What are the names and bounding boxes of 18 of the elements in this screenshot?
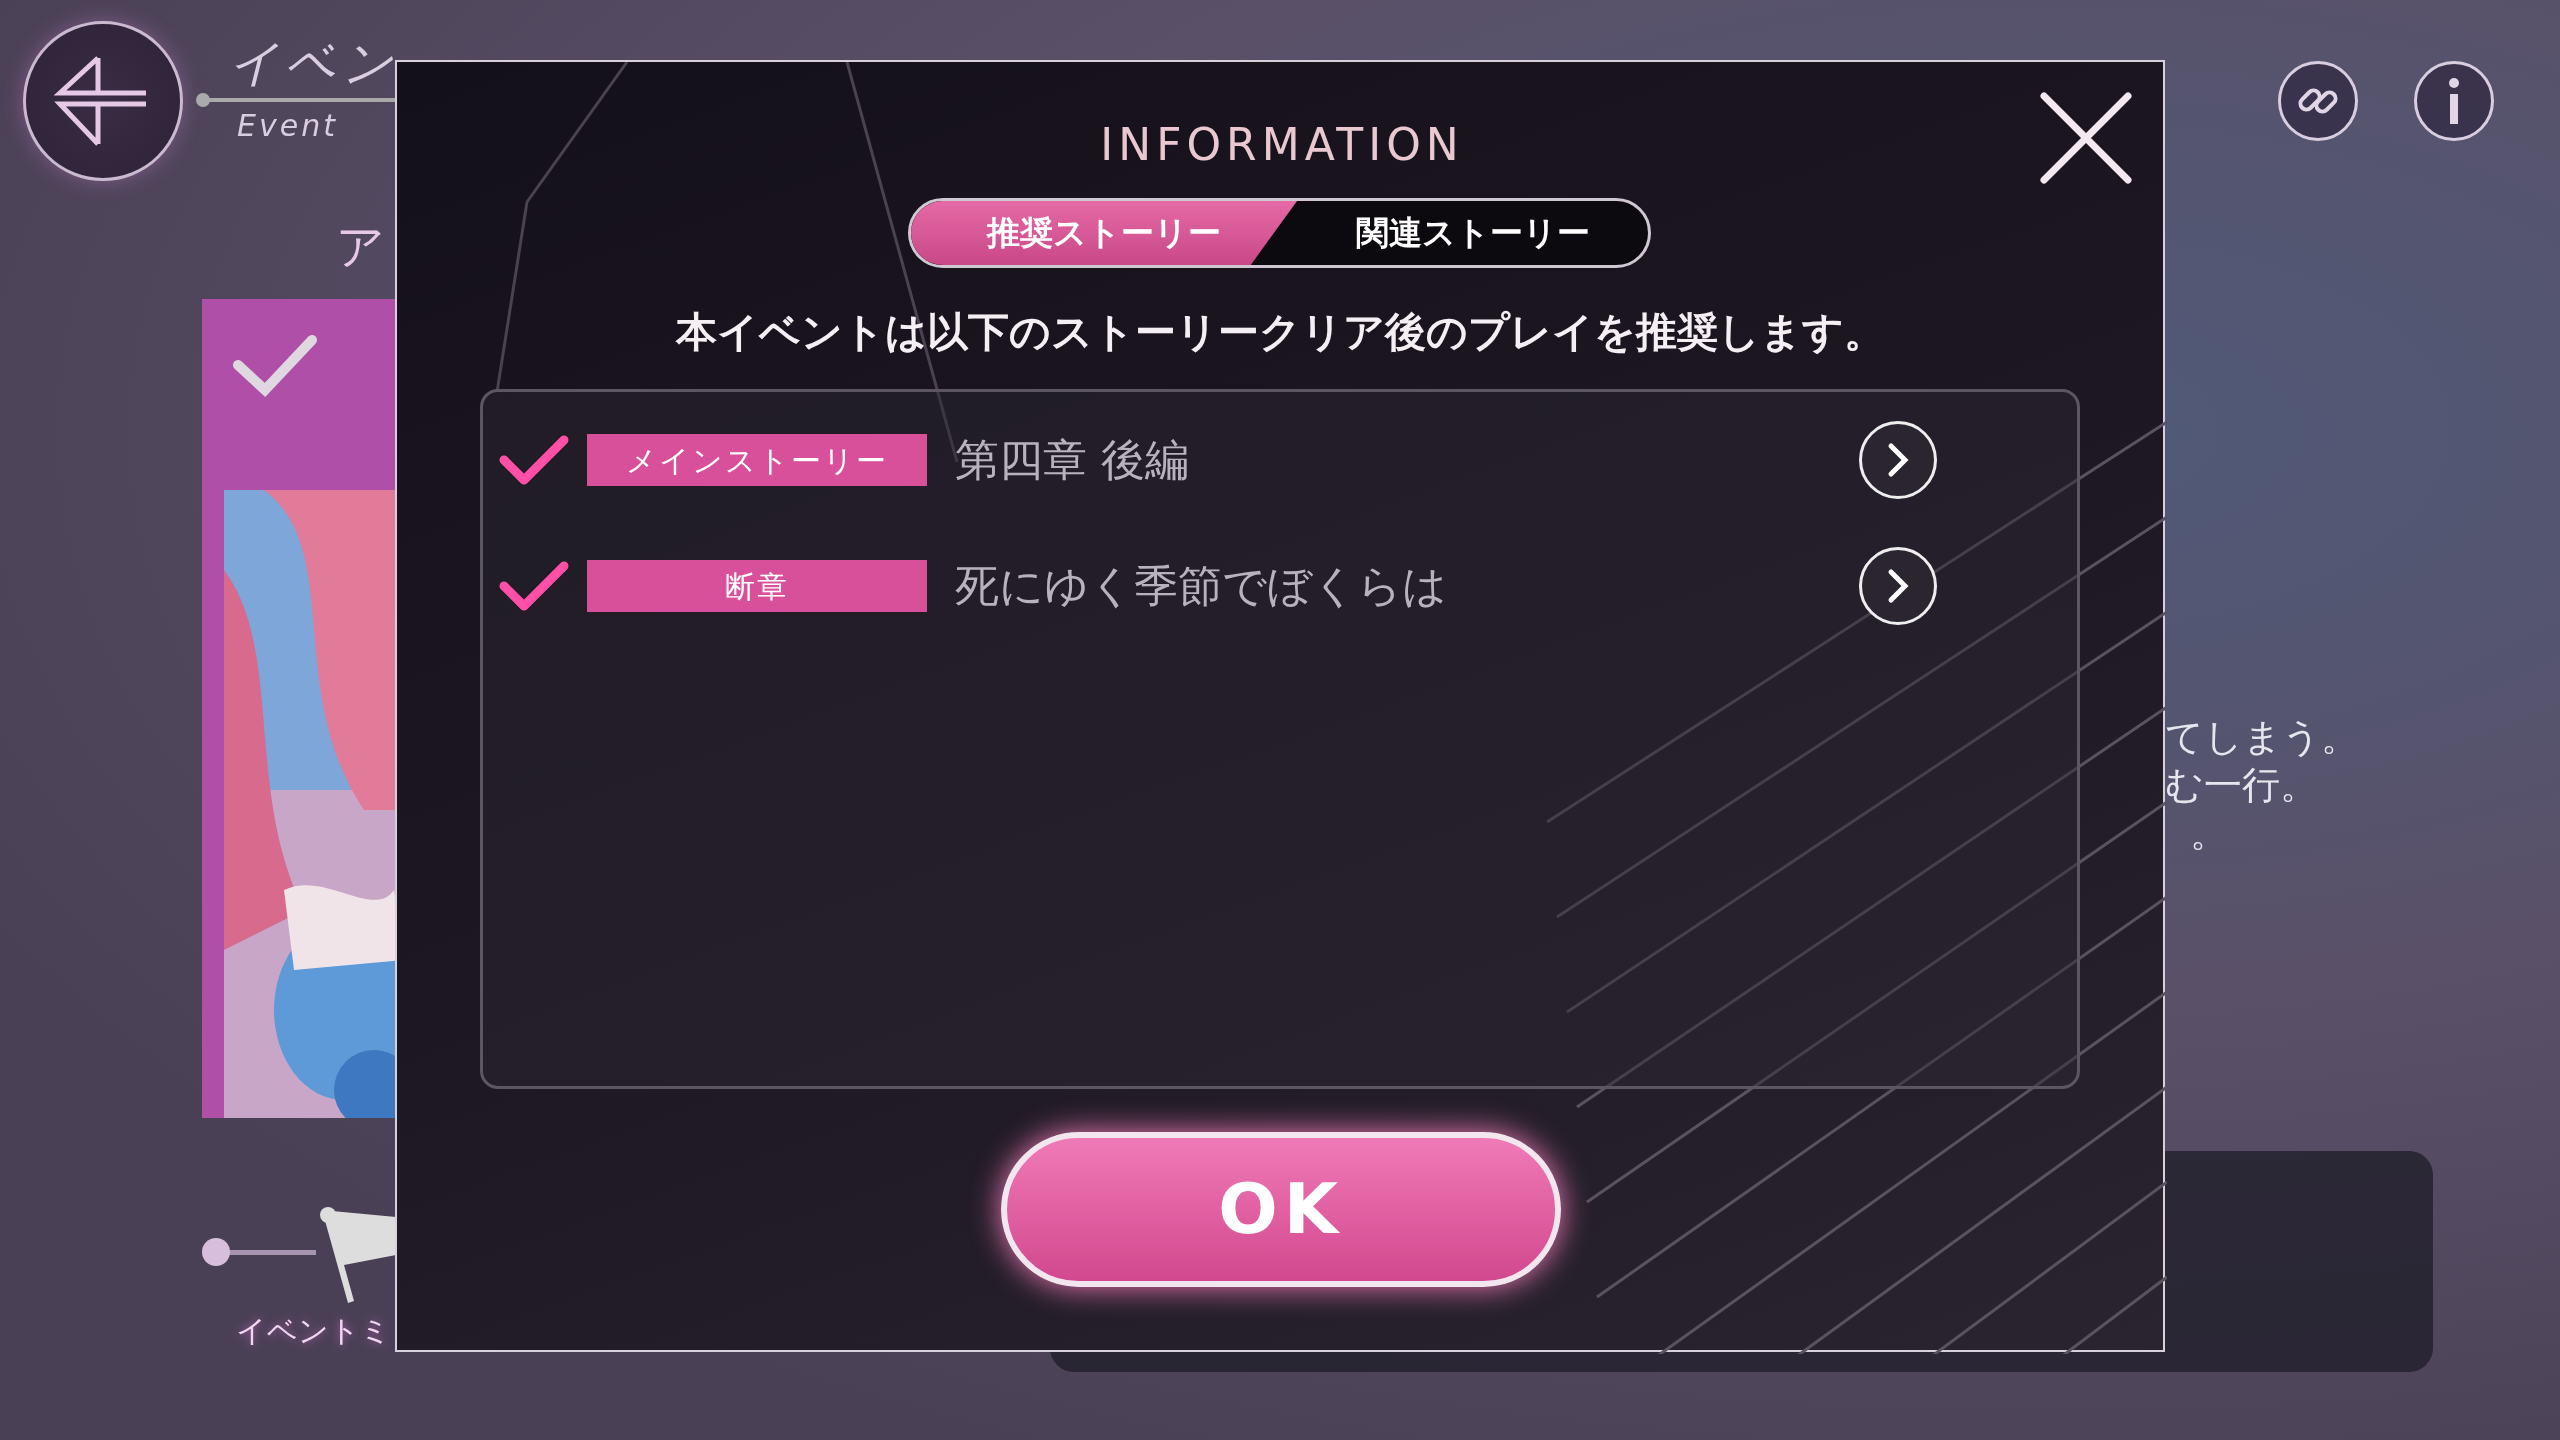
tab[interactable]: 関連ストーリー bbox=[1297, 201, 1648, 265]
dialog-title: INFORMATION bbox=[1099, 118, 1465, 172]
flag-icon bbox=[318, 1205, 396, 1305]
body-text: む一行。 bbox=[2165, 766, 2318, 804]
story-title: 死にゆく季節でぼくらは bbox=[955, 559, 1448, 613]
mission-label[interactable]: イベントミ bbox=[236, 1308, 391, 1353]
body-text: てしまう。 bbox=[2165, 718, 2359, 756]
body-text: 。 bbox=[2190, 814, 2228, 852]
page-subtitle: Event bbox=[237, 107, 338, 145]
info-icon bbox=[2449, 78, 2459, 124]
story-category: メインストーリー bbox=[587, 434, 927, 486]
slider-dot bbox=[202, 1238, 230, 1266]
message-text: 本イベントは以下のストーリークリア後のプレイを推奨します。 bbox=[674, 307, 1886, 358]
page-title: イベン bbox=[228, 38, 399, 88]
section-heading: ア bbox=[336, 217, 385, 276]
tab[interactable]: 推奨ストーリー bbox=[911, 201, 1298, 265]
story-category: 断章 bbox=[587, 560, 927, 612]
story-title: 第四章 後編 bbox=[955, 433, 1190, 487]
